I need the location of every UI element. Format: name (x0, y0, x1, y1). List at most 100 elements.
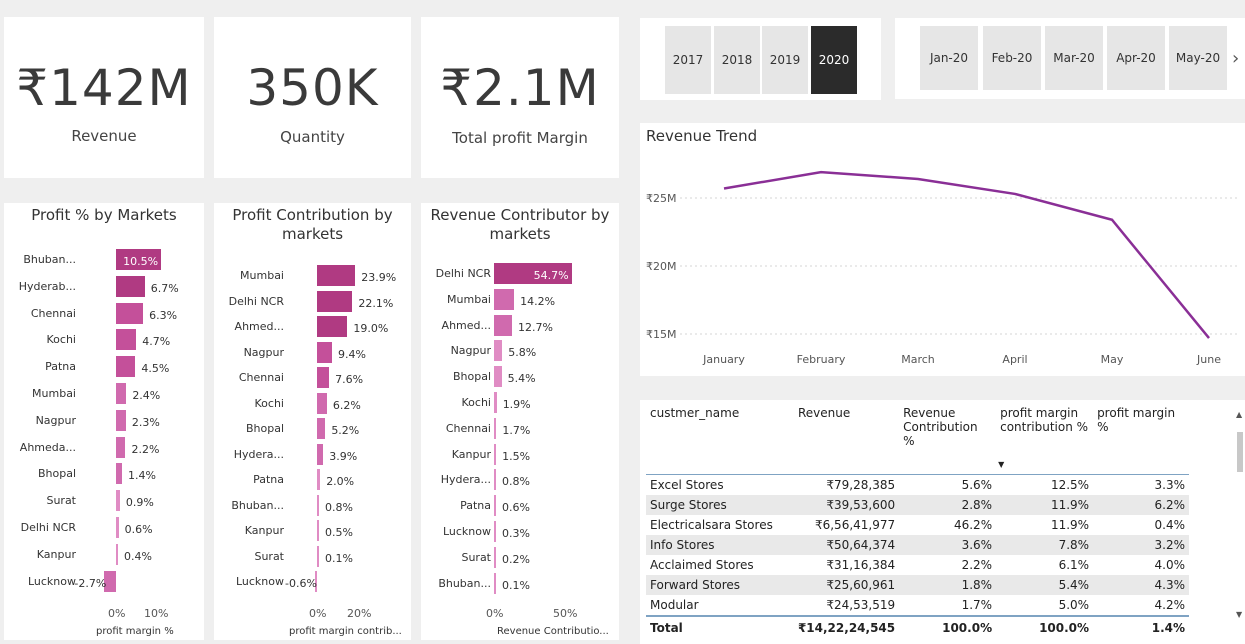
bar-category-label: Nagpur (243, 345, 284, 359)
bar-value-label: 0.1% (325, 551, 353, 565)
bar[interactable] (494, 340, 503, 362)
scroll-down-icon[interactable]: ▼ (1236, 610, 1242, 619)
chevron-right-icon[interactable]: › (1232, 48, 1239, 69)
bar[interactable] (494, 443, 497, 465)
bar[interactable] (317, 469, 321, 490)
revenue-series-line[interactable] (723, 170, 1210, 339)
bar[interactable] (494, 469, 496, 491)
table-header-row: custmer_name Revenue Revenue Contributio… (646, 406, 1189, 475)
scroll-up-icon[interactable]: ▲ (1236, 410, 1242, 419)
bar-value-label: 2.3% (131, 415, 160, 429)
bar[interactable] (494, 417, 497, 439)
bar[interactable] (317, 316, 348, 337)
bar[interactable] (116, 409, 126, 431)
bar-value-label: 23.9% (361, 271, 397, 284)
bar[interactable] (116, 383, 127, 404)
bar[interactable] (494, 392, 497, 413)
bar-category-label: Hydera... (440, 473, 491, 487)
table-row[interactable]: Surge Stores ₹39,53,600 2.8% 11.9% 6.2% (646, 495, 1189, 515)
bar[interactable] (317, 443, 324, 465)
bars-container: Delhi NCR 54.7% Mumbai 14.2% Ahmed... 12.7% Na… (421, 203, 619, 640)
bar[interactable] (116, 275, 145, 297)
month-button-mar[interactable]: Mar-20 (1045, 26, 1103, 90)
bar[interactable] (494, 366, 502, 388)
month-button-may[interactable]: May-20 (1169, 26, 1227, 90)
bar-value-label: 2.0% (326, 475, 355, 488)
column-header[interactable]: Revenue Contribution % (899, 406, 997, 475)
column-header[interactable]: Revenue (793, 406, 900, 475)
bar[interactable] (494, 314, 513, 336)
bar[interactable] (494, 288, 515, 310)
table-cell: 2.8% (899, 495, 997, 515)
bar-category-label: Mumbai (32, 387, 76, 400)
bar[interactable] (317, 392, 327, 414)
bar[interactable] (317, 494, 319, 516)
bar[interactable] (317, 265, 356, 286)
bar[interactable] (116, 490, 120, 512)
bar[interactable] (116, 302, 144, 324)
bar-value-label: 0.8% (502, 475, 530, 489)
table-row[interactable]: Forward Stores ₹25,60,961 1.8% 5.4% 4.3% (646, 575, 1189, 595)
bar[interactable] (494, 546, 496, 568)
month-slicer: Jan-20 Feb-20 Mar-20 Apr-20 May-20 › (895, 18, 1245, 99)
table-cell: ₹50,64,374 (793, 535, 900, 555)
table-cell: Excel Stores (650, 478, 724, 492)
bar-value-label: 12.7% (518, 320, 553, 334)
bar-value-label: 9.4% (338, 347, 366, 361)
bar-category-label: Lucknow (27, 574, 76, 588)
bar[interactable] (317, 367, 330, 388)
column-header[interactable]: profit margin % (1093, 406, 1189, 475)
year-button-2019[interactable]: 2019 (762, 26, 808, 94)
bar-category-label: Bhopal (245, 422, 284, 435)
column-header-sorted[interactable]: profit margin contribution % ▼ (996, 406, 1094, 475)
table-cell: ₹39,53,600 (793, 495, 900, 515)
bar-value-label: 0.6% (124, 523, 153, 536)
bar[interactable] (494, 521, 496, 542)
year-button-2017[interactable]: 2017 (665, 26, 711, 94)
bar-value-label: 3.9% (329, 449, 358, 463)
bar-category-label: Hyderab... (18, 279, 76, 293)
bar[interactable] (116, 543, 118, 565)
bar[interactable] (317, 545, 319, 567)
kpi-card-revenue: ₹142M Revenue (4, 17, 204, 178)
bar-value-label: 4.7% (142, 335, 171, 349)
month-button-feb[interactable]: Feb-20 (983, 26, 1041, 90)
month-button-apr[interactable]: Apr-20 (1107, 26, 1165, 90)
table-row[interactable]: Acclaimed Stores ₹31,16,384 2.2% 6.1% 4.0% (646, 555, 1189, 575)
bar-value-label: 1.9% (502, 398, 531, 411)
bar[interactable] (494, 572, 496, 594)
bar[interactable] (317, 520, 319, 541)
bar[interactable] (116, 517, 119, 538)
table-row[interactable]: Modular ₹24,53,519 1.7% 5.0% 4.2% (646, 595, 1189, 616)
year-button-2018[interactable]: 2018 (714, 26, 760, 94)
bar-value-label: 6.3% (149, 308, 178, 322)
scroll-thumb[interactable] (1237, 432, 1243, 472)
bar[interactable] (317, 341, 333, 363)
bar[interactable] (116, 463, 123, 485)
table-cell: ₹31,16,384 (826, 558, 896, 572)
scrollbar[interactable]: ▲ ▼ (1236, 410, 1244, 630)
bar[interactable] (317, 290, 353, 312)
table-cell: Surge Stores (646, 495, 794, 515)
table-cell: 7.8% (996, 535, 1094, 555)
bar[interactable] (116, 329, 137, 351)
table-row[interactable]: Info Stores ₹50,64,374 3.6% 7.8% 3.2% (646, 535, 1189, 555)
bar[interactable] (317, 418, 326, 439)
bar-value-label: 7.6% (335, 373, 364, 386)
bar-category-label: Mumbai (447, 292, 491, 306)
bar-category-label: Delhi NCR (20, 521, 76, 534)
table-cell: 3.2% (1093, 535, 1189, 555)
year-button-2020[interactable]: 2020 (811, 26, 857, 94)
table-cell: 1.7% (961, 598, 993, 612)
column-header[interactable]: custmer_name (646, 406, 794, 475)
bar[interactable] (116, 436, 126, 458)
bar[interactable] (116, 356, 136, 378)
bar-value-label: 2.4% (132, 389, 161, 402)
table-row[interactable]: Electricalsara Stores ₹6,56,41,977 46.2% 11… (646, 515, 1189, 535)
table-cell: 11.9% (1050, 518, 1090, 532)
bar[interactable] (494, 495, 496, 517)
bar-category-label: Kanpur (451, 447, 491, 461)
month-button-jan[interactable]: Jan-20 (920, 26, 978, 90)
table-row[interactable]: Excel Stores ₹79,28,385 5.6% 12.5% 3.3% (646, 475, 1189, 496)
kpi-value: ₹2.1M (440, 59, 600, 117)
